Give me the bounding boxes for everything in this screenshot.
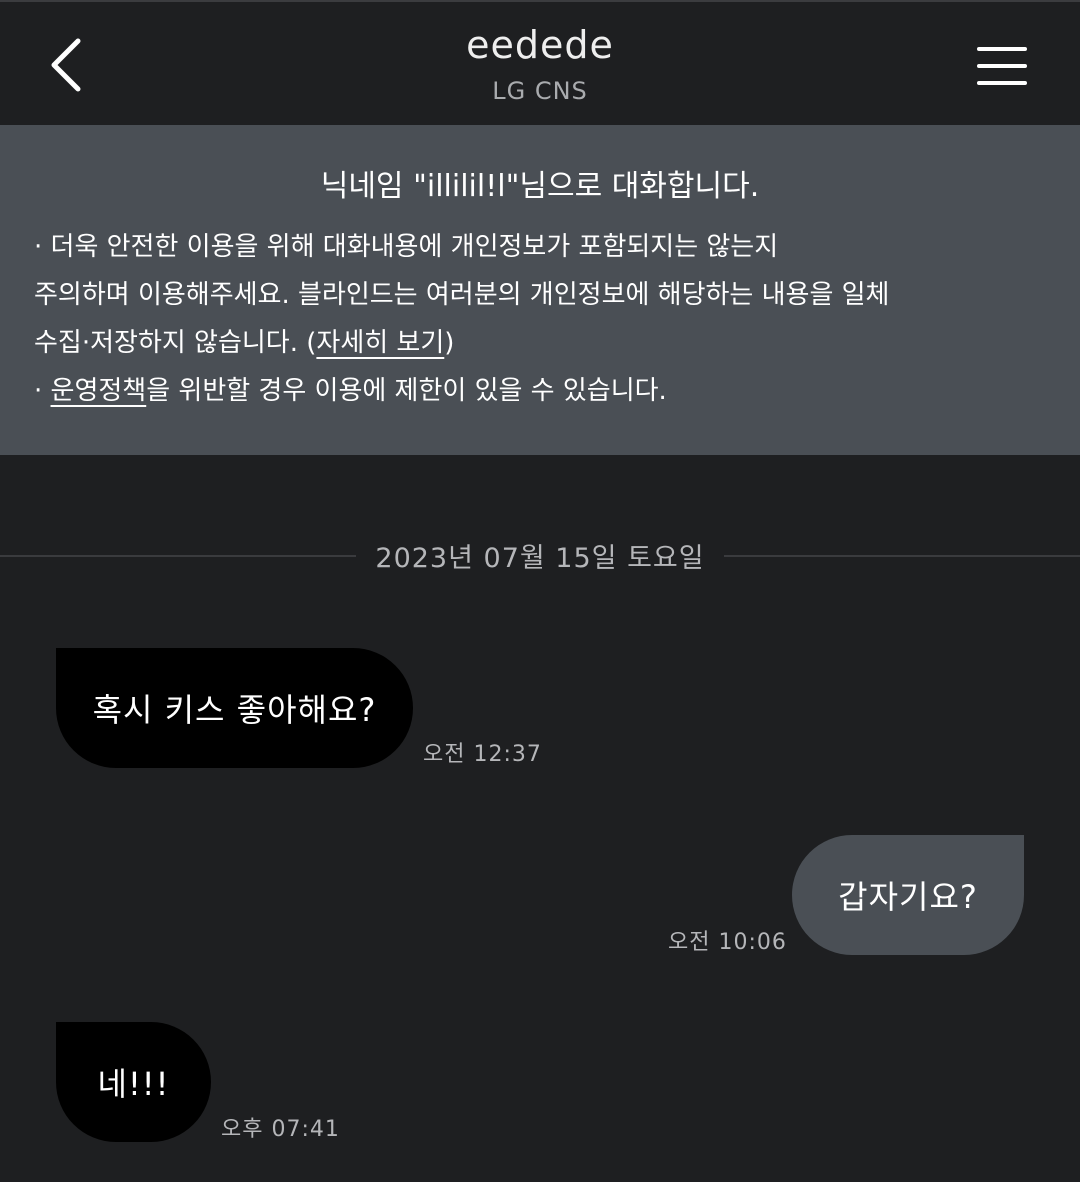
chat-title: eedede [466,23,614,67]
notice-line-2: 주의하며 이용해주세요. 블라인드는 여러분의 개인정보에 해당하는 내용을 일… [34,280,890,310]
date-label: 2023년 07월 15일 토요일 [375,543,705,574]
notice-line-3-prefix: 수집·저장하지 않습니다. ( [34,328,317,358]
message-time: 오전 12:37 [423,742,542,767]
message-bubble-outgoing[interactable]: 갑자기요? [792,835,1024,955]
notice-line-4: · 운영정책을 위반할 경우 이용에 제한이 있을 수 있습니다. [34,367,1046,415]
message-bubble-incoming[interactable]: 네!!! [56,1022,211,1142]
hamburger-menu-icon [977,47,1027,85]
notice-line-3-suffix: ) [444,328,455,358]
notice-title: 닉네임 "illilil!l"님으로 대화합니다. [320,169,760,204]
chat-subtitle: LG CNS [492,77,588,105]
details-link[interactable]: 자세히 보기 [316,328,444,358]
divider-line-right [724,555,1080,557]
notice-line-1: · 더욱 안전한 이용을 위해 대화내용에 개인정보가 포함되지는 않는지 [34,232,779,262]
privacy-notice: 닉네임 "illilil!l"님으로 대화합니다. · 더욱 안전한 이용을 위… [0,125,1080,455]
policy-link[interactable]: 운영정책 [51,376,147,406]
message-time: 오전 10:06 [668,930,787,955]
notice-line-4-suffix: 을 위반할 경우 이용에 제한이 있을 수 있습니다. [146,376,667,406]
notice-line-4-prefix: · [34,376,51,406]
chat-header: eedede LG CNS [0,0,1080,125]
date-divider: 2023년 07월 15일 토요일 [0,530,1080,582]
notice-body: · 더욱 안전한 이용을 위해 대화내용에 개인정보가 포함되지는 않는지 주의… [34,223,1046,415]
menu-button[interactable] [970,38,1034,94]
message-bubble-incoming[interactable]: 혹시 키스 좋아해요? [56,648,413,768]
chevron-left-icon [51,38,81,92]
back-button[interactable] [36,28,100,102]
notice-line-3: 수집·저장하지 않습니다. (자세히 보기) [34,319,1046,367]
message-time: 오후 07:41 [221,1117,340,1142]
chat-title-group: eedede LG CNS [240,20,840,108]
divider-line-left [0,555,356,557]
